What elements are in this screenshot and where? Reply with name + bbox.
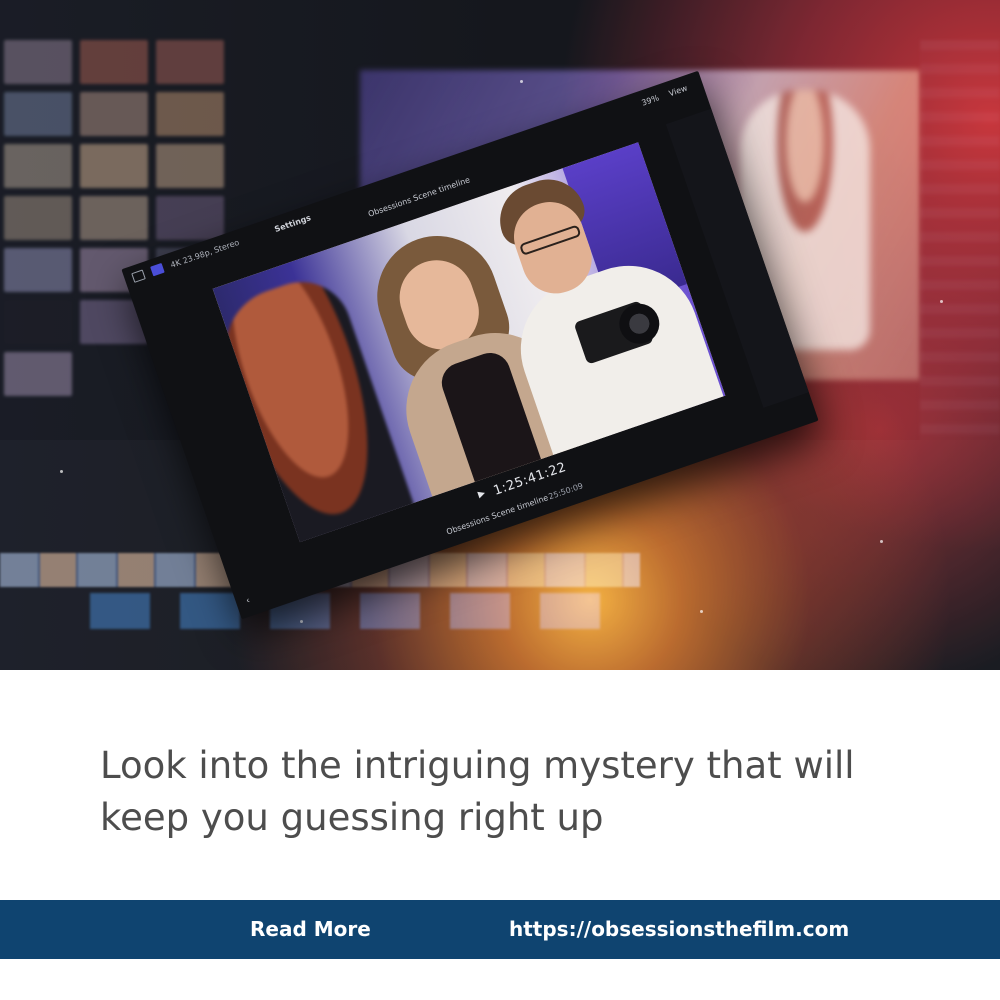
read-more-link[interactable]: Read More bbox=[250, 917, 371, 941]
caption-line-1: Look into the intriguing mystery that wi… bbox=[100, 744, 855, 787]
caption: Look into the intriguing mystery that wi… bbox=[100, 740, 900, 844]
dust-speck bbox=[520, 80, 523, 83]
timeline-duration: 25:50:09 bbox=[547, 481, 585, 502]
play-icon[interactable]: ▶ bbox=[477, 488, 487, 500]
dust-speck bbox=[300, 620, 303, 623]
footer-bar: Read More https://obsessionsthefilm.com bbox=[0, 900, 1000, 959]
hero-image: 4K 23.98p, Stereo Settings Obsessions Sc… bbox=[0, 0, 1000, 670]
dust-speck bbox=[940, 300, 943, 303]
website-link[interactable]: https://obsessionsthefilm.com bbox=[509, 917, 849, 941]
caption-line-2: keep you guessing right up bbox=[100, 796, 604, 839]
dust-speck bbox=[880, 540, 883, 543]
image-icon bbox=[131, 269, 146, 283]
dust-speck bbox=[700, 610, 703, 613]
back-chevron-icon[interactable]: ‹ bbox=[245, 596, 252, 607]
dust-speck bbox=[60, 470, 63, 473]
media-icon bbox=[150, 262, 165, 277]
